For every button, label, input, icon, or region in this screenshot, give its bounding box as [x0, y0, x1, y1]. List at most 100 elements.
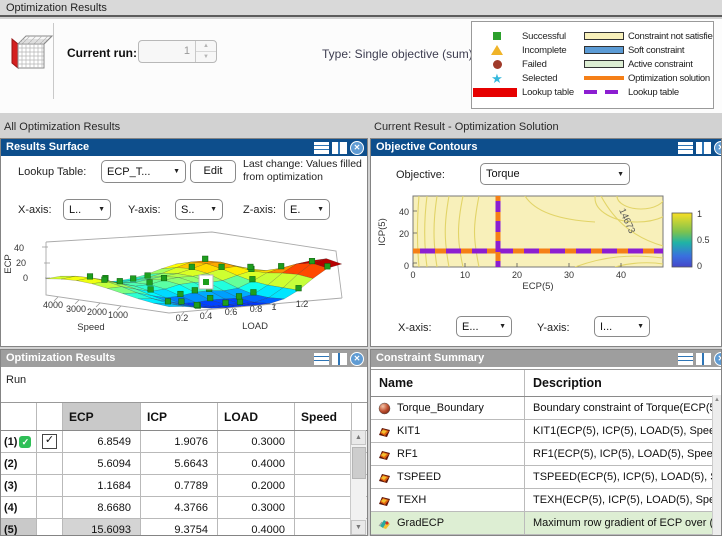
run-number: (3) — [4, 479, 18, 492]
table-row[interactable]: (5) 15.6093 9.3754 0.4000 — [1, 519, 367, 535]
table-row[interactable]: (2) 5.6094 5.6643 0.4000 — [1, 453, 367, 475]
ecp-cell[interactable]: 15.6093 — [63, 519, 141, 535]
split-horizontal-icon[interactable] — [314, 142, 329, 154]
current-run-spinner[interactable]: 1 ▲ ▼ — [138, 40, 217, 63]
constraint-row[interactable]: KIT1 KIT1(ECP(5), ICP(5), LOAD(5), Speed… — [371, 420, 721, 443]
column-header-speed[interactable]: Speed — [295, 403, 352, 430]
table-row[interactable]: (1) ✓ ✓ 6.8549 1.9076 0.3000 — [1, 431, 367, 453]
legend-row: ★ Selected Optimization solution — [472, 71, 713, 85]
constraint-row[interactable]: TSPEED TSPEED(ECP(5), ICP(5), LOAD(5), S… — [371, 466, 721, 489]
objective-contours-titlebar: Objective Contours ✕ — [371, 139, 721, 156]
load-axis-title: LOAD — [242, 321, 268, 332]
speed-cell[interactable] — [295, 475, 352, 496]
icp-cell[interactable]: 1.9076 — [141, 431, 218, 452]
objective-contour-plot[interactable]: 14673 40 20 0 ICP(5) 0 10 20 30 40 ECP(5… — [375, 190, 721, 308]
split-vertical-icon[interactable] — [696, 353, 711, 365]
accept-cell[interactable] — [37, 497, 63, 518]
run-cell[interactable]: (1) ✓ — [1, 431, 37, 452]
ecp-cell[interactable]: 6.8549 — [63, 431, 141, 452]
scroll-up-button[interactable]: ▲ — [351, 430, 366, 445]
optimization-results-body: Run ECP ICP LOAD Speed (1) ✓ ✓ 6.8549 1.… — [1, 367, 367, 535]
objective-dropdown[interactable]: Torque ▼ — [480, 163, 630, 185]
contour-y-axis-dropdown[interactable]: I... ▼ — [594, 316, 650, 337]
top-toolbar: Current run: 1 ▲ ▼ Type: Single objectiv… — [0, 19, 722, 113]
ecp-cell[interactable]: 5.6094 — [63, 453, 141, 474]
current-run-value: 1 — [183, 45, 190, 57]
accept-cell[interactable]: ✓ — [37, 431, 63, 452]
constraint-row-active[interactable]: GradECP Maximum row gradient of ECP over… — [371, 512, 721, 535]
close-icon[interactable]: ✕ — [350, 141, 364, 155]
lookup-table-dropdown[interactable]: ECP_T... ▼ — [101, 160, 186, 183]
split-vertical-icon[interactable] — [332, 353, 347, 365]
table-row[interactable]: (3) 1.1684 0.7789 0.2000 — [1, 475, 367, 497]
speed-cell[interactable] — [295, 453, 352, 474]
load-cell[interactable]: 0.2000 — [218, 475, 295, 496]
column-header-load[interactable]: LOAD — [218, 403, 295, 430]
z-tick: 0 — [23, 273, 28, 283]
accept-cell[interactable] — [37, 453, 63, 474]
z-axis-title: ECP — [3, 254, 14, 274]
constraint-row[interactable]: RF1 RF1(ECP(5), ICP(5), LOAD(5), Speed(5… — [371, 443, 721, 466]
table-row[interactable]: (4) 8.6680 4.3766 0.3000 — [1, 497, 367, 519]
split-horizontal-icon[interactable] — [314, 353, 329, 365]
results-surface-title: Results Surface — [6, 141, 90, 153]
objective-contours-body: Objective: Torque ▼ 14673 40 20 0 ICP(5)… — [371, 156, 721, 346]
run-cell[interactable]: (5) — [1, 519, 37, 535]
load-cell[interactable]: 0.3000 — [218, 431, 295, 452]
scroll-up-button[interactable]: ▲ — [713, 395, 721, 405]
colorbar-tick: 1 — [697, 209, 702, 219]
legend-label: Selected — [522, 72, 558, 84]
y-axis-dropdown[interactable]: S.. ▼ — [175, 199, 223, 220]
edit-button[interactable]: Edit — [190, 160, 236, 183]
split-vertical-icon[interactable] — [696, 142, 711, 154]
constraint-row[interactable]: TEXH TEXH(ECP(5), ICP(5), LOAD(5), Speed — [371, 489, 721, 512]
speed-cell[interactable] — [295, 497, 352, 518]
icp-cell[interactable]: 0.7789 — [141, 475, 218, 496]
legend-label: Lookup table — [628, 86, 679, 98]
scrollbar-thumb[interactable] — [352, 447, 366, 479]
close-icon[interactable]: ✕ — [350, 352, 364, 366]
constraint-summary-titlebar: Constraint Summary ✕ — [371, 350, 721, 367]
run-cell[interactable]: (3) — [1, 475, 37, 496]
close-icon[interactable]: ✕ — [714, 141, 721, 155]
run-cell[interactable]: (4) — [1, 497, 37, 518]
contour-x-axis-dropdown[interactable]: E... ▼ — [456, 316, 512, 337]
lookup-table-red-swatch — [472, 87, 522, 97]
chevron-down-icon: ▼ — [98, 206, 105, 213]
ecp-cell[interactable]: 1.1684 — [63, 475, 141, 496]
split-vertical-icon[interactable] — [332, 142, 347, 154]
icp-cell[interactable]: 9.3754 — [141, 519, 218, 535]
accept-cell[interactable] — [37, 475, 63, 496]
results-surface-3d-plot[interactable]: 40 20 0 ECP 4000 3000 2000 1000 Speed 0.… — [3, 226, 359, 345]
accept-checkbox[interactable]: ✓ — [42, 434, 57, 449]
icp-cell[interactable]: 5.6643 — [141, 453, 218, 474]
speed-cell[interactable] — [295, 519, 352, 535]
load-cell[interactable]: 0.3000 — [218, 497, 295, 518]
vertical-scrollbar[interactable]: ▲ ▼ — [350, 430, 366, 535]
z-axis-dropdown[interactable]: E. ▼ — [284, 199, 330, 220]
failed-marker-icon — [472, 59, 522, 69]
column-header-ecp[interactable]: ECP — [63, 403, 141, 430]
speed-cell[interactable] — [295, 431, 352, 452]
spinner-down-button[interactable]: ▼ — [196, 52, 216, 62]
split-horizontal-icon[interactable] — [678, 142, 693, 154]
run-cell[interactable]: (2) — [1, 453, 37, 474]
column-header-icp[interactable]: ICP — [141, 403, 218, 430]
close-icon[interactable]: ✕ — [714, 352, 721, 366]
constraint-summary-title: Constraint Summary — [376, 352, 485, 364]
window-titlebar: Optimization Results — [0, 0, 722, 17]
accept-cell[interactable] — [37, 519, 63, 535]
constraint-name: TEXH — [397, 494, 427, 506]
icp-cell[interactable]: 4.3766 — [141, 497, 218, 518]
split-horizontal-icon[interactable] — [678, 353, 693, 365]
load-cell[interactable]: 0.4000 — [218, 453, 295, 474]
results-table: ECP ICP LOAD Speed (1) ✓ ✓ 6.8549 1.9076 … — [1, 402, 367, 535]
x-axis-dropdown[interactable]: L.. ▼ — [63, 199, 111, 220]
optimization-results-titlebar: Optimization Results ✕ — [1, 350, 367, 367]
scroll-down-button[interactable]: ▼ — [351, 520, 366, 535]
load-cell[interactable]: 0.4000 — [218, 519, 295, 535]
constraint-scrollbar[interactable]: ▲ — [712, 395, 721, 535]
constraint-row[interactable]: Torque_Boundary Boundary constraint of T… — [371, 397, 721, 420]
ecp-cell[interactable]: 8.6680 — [63, 497, 141, 518]
spinner-up-button[interactable]: ▲ — [196, 41, 216, 52]
